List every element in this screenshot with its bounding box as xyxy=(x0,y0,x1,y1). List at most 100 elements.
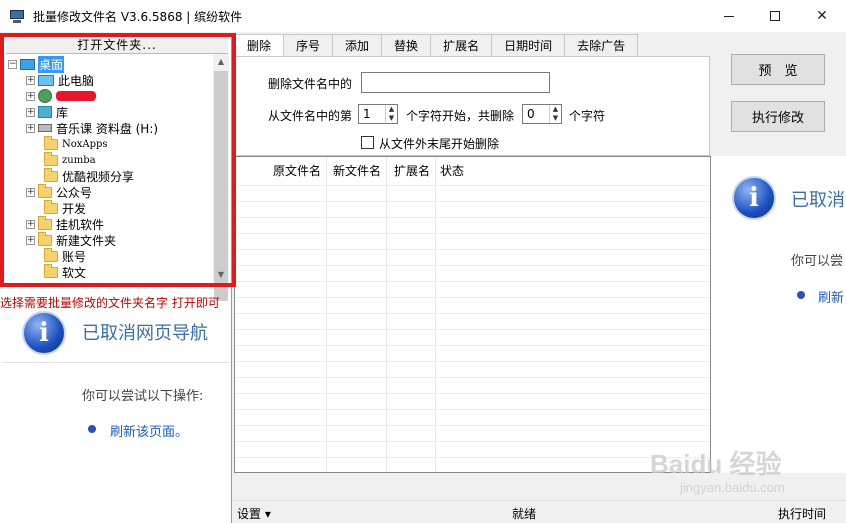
tree-scrollbar[interactable]: ▲ ▼ xyxy=(213,54,229,301)
tab-1[interactable]: 序号 xyxy=(283,34,334,56)
tab-6[interactable]: 去除广告 xyxy=(564,34,639,56)
name-contains-input[interactable] xyxy=(361,72,550,93)
folder-icon xyxy=(44,247,58,262)
tree-item[interactable]: 开发 xyxy=(32,199,86,216)
expand-icon[interactable]: + xyxy=(26,123,35,133)
app-icon xyxy=(9,9,25,23)
tree-item-label: zumba xyxy=(62,154,96,166)
start-position-stepper[interactable]: 1 ▲ ▼ xyxy=(358,104,398,124)
right-nav-panel: i 已取消 你可以尝 刷新 xyxy=(711,156,846,473)
tree-item[interactable]: − 桌面 xyxy=(8,55,65,73)
row-divider xyxy=(235,377,710,378)
folder-icon xyxy=(38,183,52,198)
refresh-page-link[interactable]: 刷新 xyxy=(818,287,844,306)
tree-item-label: 此电脑 xyxy=(58,73,95,88)
tree-item-label: NoxApps xyxy=(62,138,108,150)
tree-item-label: 新建文件夹 xyxy=(56,233,117,248)
library-icon xyxy=(38,106,52,118)
info-icon: i xyxy=(732,176,776,220)
tree-item-label: 库 xyxy=(56,105,69,120)
refresh-page-link[interactable]: 刷新该页面。 xyxy=(110,421,188,440)
file-list-grid[interactable]: 原文件名 新文件名 扩展名 状态 xyxy=(234,156,711,473)
row-divider xyxy=(235,281,710,282)
status-bar: 设置 ▾ 就绪 执行时间 xyxy=(232,500,846,523)
tab-5[interactable]: 日期时间 xyxy=(491,34,566,56)
delete-count-value[interactable]: 0 xyxy=(523,107,549,121)
row-divider xyxy=(235,457,710,458)
instruction-hint: 选择需要批量修改的文件夹名字 打开即可 xyxy=(0,296,220,310)
delete-count-stepper[interactable]: 0 ▲ ▼ xyxy=(522,104,562,124)
tree-item[interactable]: 软文 xyxy=(32,263,86,280)
tree-item[interactable]: + 挂机软件 xyxy=(26,215,105,232)
preview-button[interactable]: 预 览 xyxy=(731,54,825,85)
tree-item[interactable]: + 此电脑 xyxy=(26,72,94,88)
expand-icon[interactable]: + xyxy=(26,235,35,245)
bullet-icon xyxy=(797,291,805,299)
tree-item[interactable]: + 新建文件夹 xyxy=(26,231,117,248)
tab-4[interactable]: 扩展名 xyxy=(430,34,493,56)
stepper-up-icon[interactable]: ▲ xyxy=(550,105,561,114)
collapse-icon[interactable]: − xyxy=(8,59,17,69)
nav-try-text: 你可以尝 xyxy=(791,254,844,269)
scroll-up-icon[interactable]: ▲ xyxy=(213,54,229,70)
tree-item[interactable]: zumba xyxy=(32,151,96,168)
column-header[interactable]: 扩展名 xyxy=(386,157,435,185)
stepper-up-icon[interactable]: ▲ xyxy=(386,105,397,114)
scroll-down-icon[interactable]: ▼ xyxy=(213,267,229,283)
computer-icon xyxy=(38,74,54,86)
tab-0[interactable]: 删除 xyxy=(234,34,285,57)
row-divider xyxy=(235,393,710,394)
start-position-label: 从文件名中的第 xyxy=(268,109,353,123)
row-divider xyxy=(235,425,710,426)
exec-time-text: 执行时间 xyxy=(778,507,827,521)
row-divider xyxy=(235,233,710,234)
tree-item[interactable]: + xyxy=(26,88,96,104)
tree-item-label: 挂机软件 xyxy=(56,217,105,232)
from-end-label[interactable]: 从文件外末尾开始删除 xyxy=(379,135,499,152)
tab-3[interactable]: 替换 xyxy=(381,34,432,56)
minimize-button[interactable] xyxy=(706,0,752,32)
tree-item[interactable]: 优酷视频分享 xyxy=(32,167,134,184)
column-header[interactable]: 状态 xyxy=(435,157,475,185)
expand-icon[interactable]: + xyxy=(26,187,35,197)
stepper-down-icon[interactable]: ▼ xyxy=(386,114,397,123)
tree-item-label: 公众号 xyxy=(56,185,93,200)
open-folder-button[interactable]: 打开文件夹... xyxy=(6,37,228,54)
row-divider xyxy=(235,201,710,202)
row-divider xyxy=(235,361,710,362)
settings-menu[interactable]: 设置 ▾ xyxy=(237,505,271,522)
desktop-icon xyxy=(20,58,35,70)
tree-item[interactable]: + 音乐课 资料盘 (H:) xyxy=(26,120,158,136)
row-divider xyxy=(235,345,710,346)
folder-icon xyxy=(44,199,58,214)
count-suffix-label: 个字符 xyxy=(569,109,606,123)
close-button[interactable]: ✕ xyxy=(799,0,845,32)
tree-item[interactable]: + 公众号 xyxy=(26,183,93,200)
expand-icon[interactable]: + xyxy=(26,219,35,229)
tab-2[interactable]: 添加 xyxy=(332,34,383,56)
folder-icon xyxy=(38,231,52,246)
tree-item-label: 账号 xyxy=(62,249,87,264)
folder-icon xyxy=(44,263,58,278)
folder-tree[interactable]: − 桌面 + 此电脑 + + 库 + 音乐课 资料盘 (H:) NoxApps zumba 优酷视频分… xyxy=(6,54,213,283)
tree-item[interactable]: 账号 xyxy=(32,247,87,264)
bullet-icon xyxy=(88,425,96,433)
tree-item[interactable]: NoxApps xyxy=(32,135,108,152)
tree-item-label: 音乐课 资料盘 (H:) xyxy=(56,121,159,136)
expand-icon[interactable]: + xyxy=(26,107,35,117)
folder-icon xyxy=(38,215,52,230)
column-header[interactable]: 原文件名 xyxy=(235,157,326,185)
baidu-watermark-url: jingyan.baidu.com xyxy=(680,480,785,495)
maximize-button[interactable] xyxy=(752,0,798,32)
tree-item[interactable]: + 库 xyxy=(26,104,68,120)
expand-icon[interactable]: + xyxy=(26,75,35,85)
stepper-down-icon[interactable]: ▼ xyxy=(550,114,561,123)
start-position-value[interactable]: 1 xyxy=(359,107,385,121)
redacted-label xyxy=(56,91,96,101)
column-header[interactable]: 新文件名 xyxy=(326,157,386,185)
row-divider xyxy=(235,441,710,442)
expand-icon[interactable]: + xyxy=(26,91,35,101)
user-icon xyxy=(38,89,52,103)
from-end-checkbox[interactable] xyxy=(361,136,374,149)
execute-button[interactable]: 执行修改 xyxy=(731,101,825,132)
